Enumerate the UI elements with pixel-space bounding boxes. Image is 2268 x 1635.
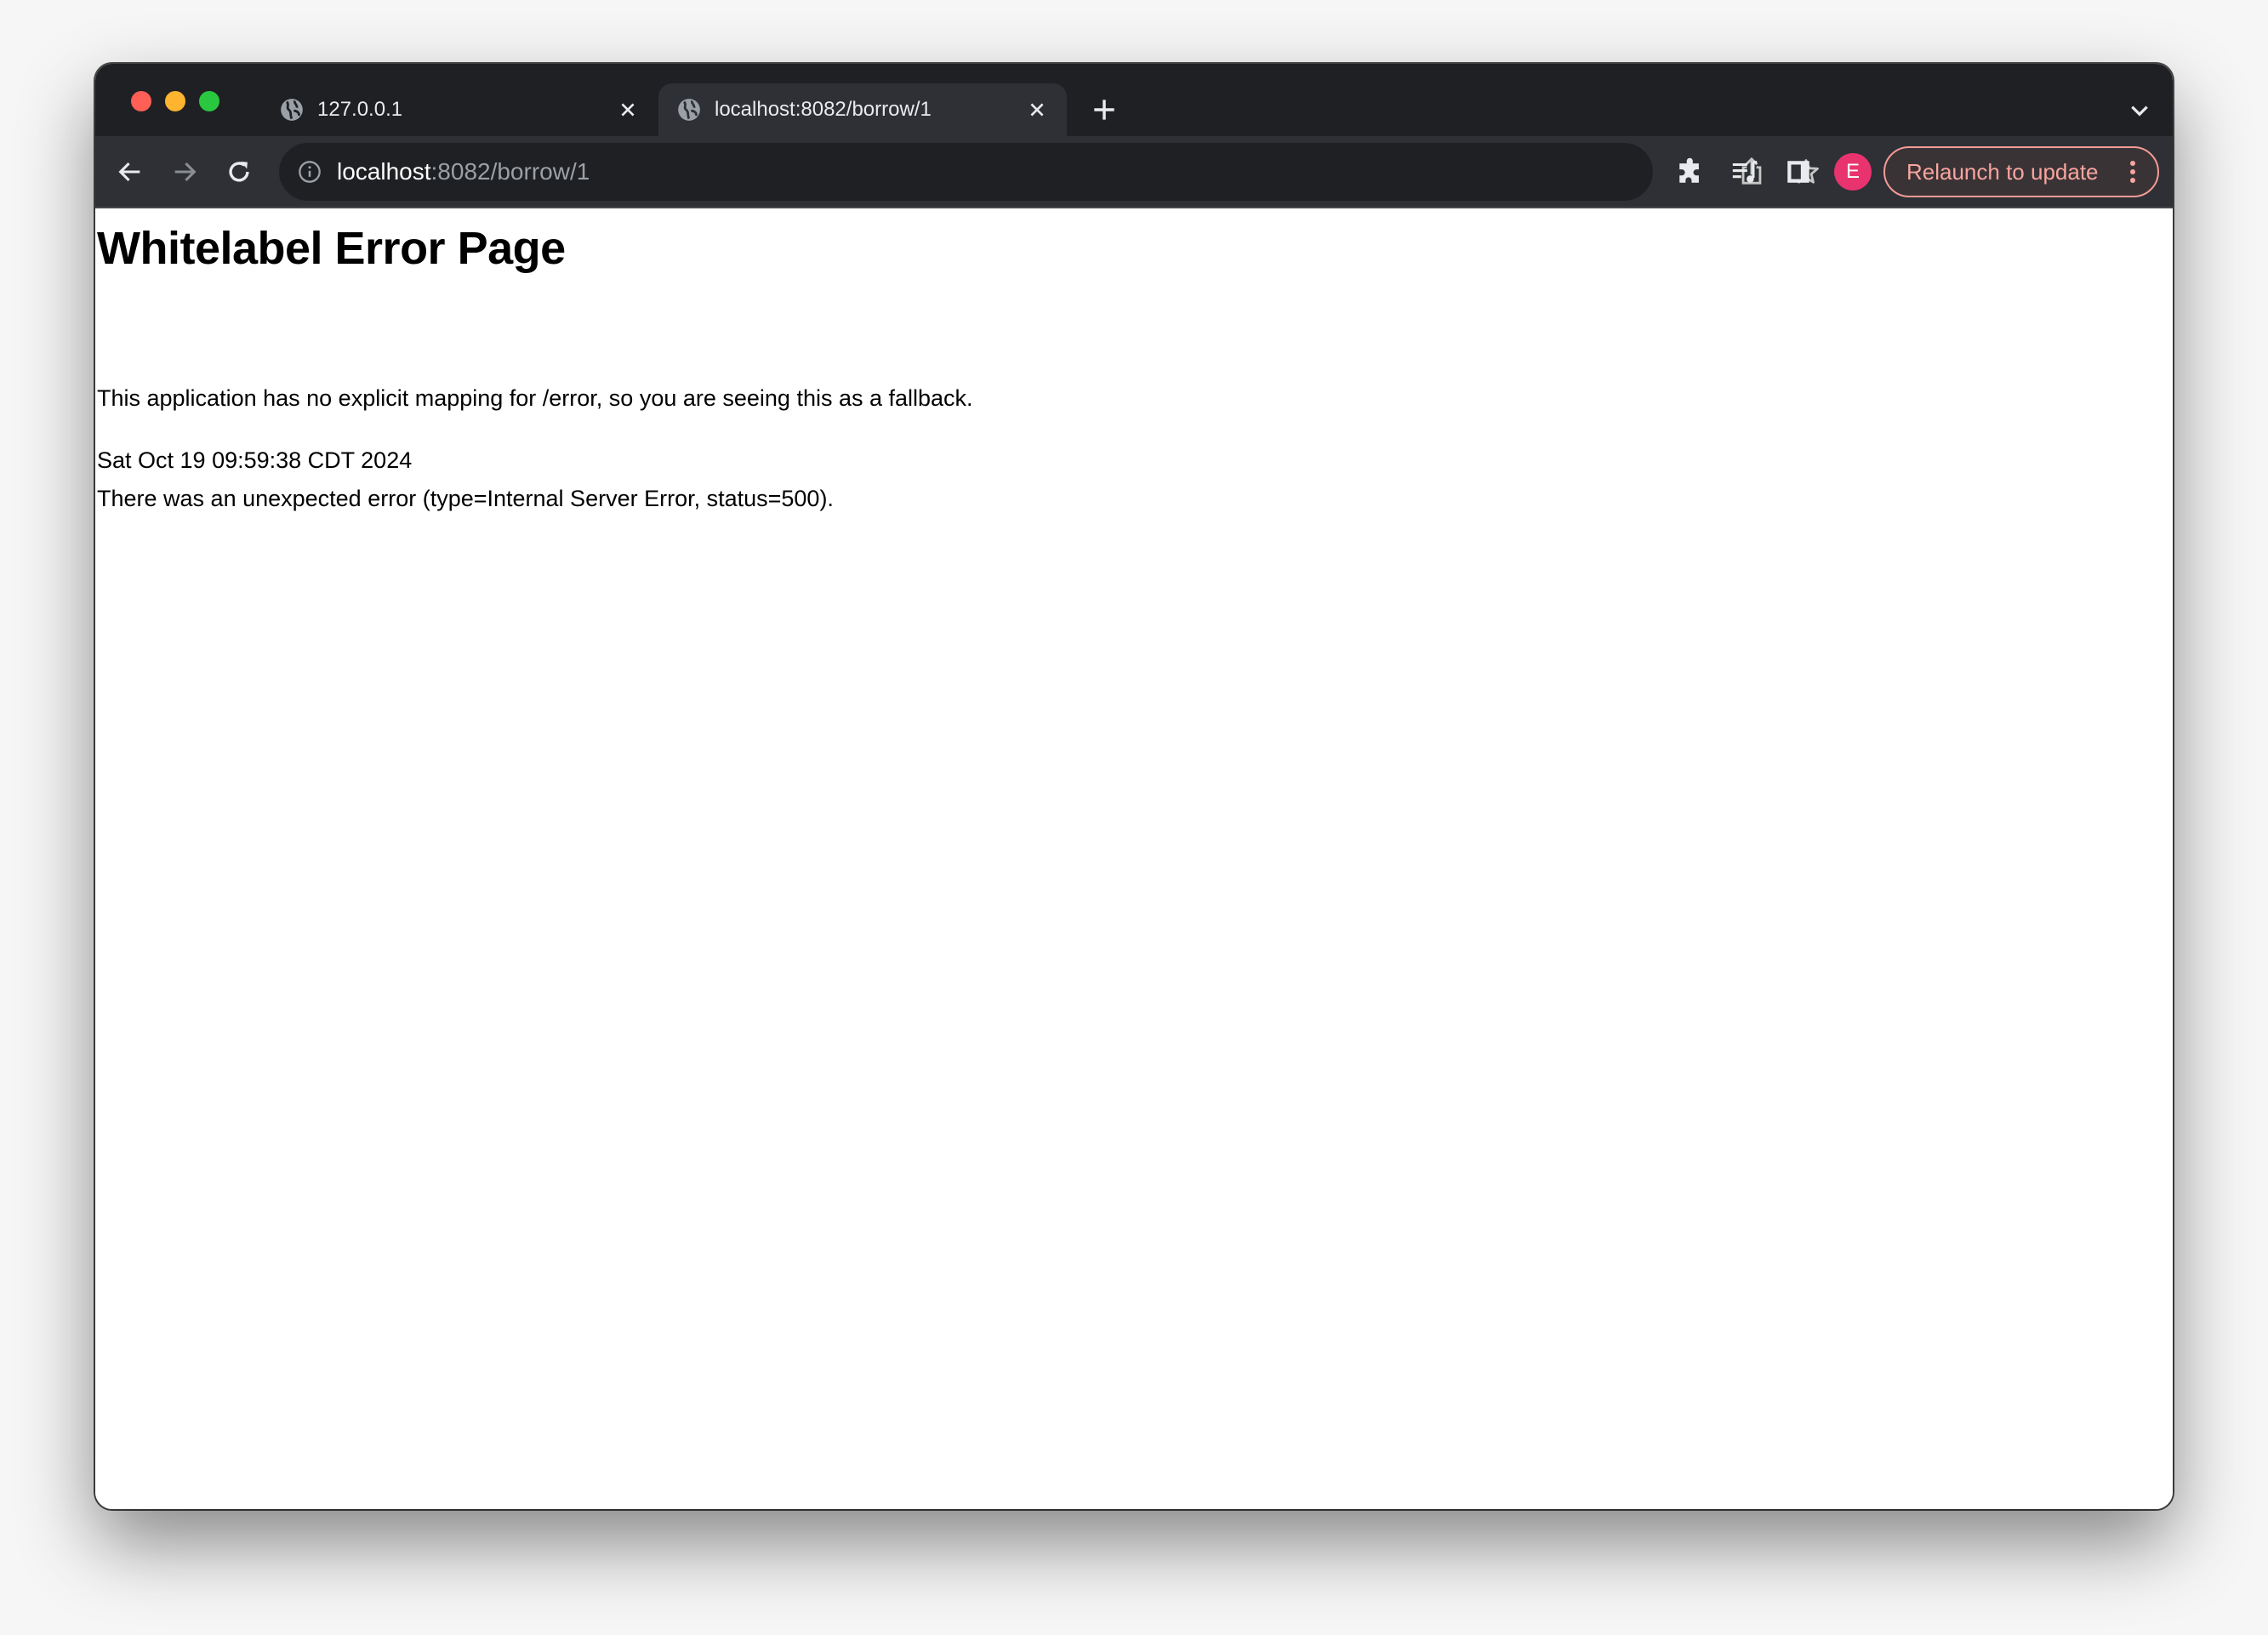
- error-timestamp: Sat Oct 19 09:59:38 CDT 2024: [97, 447, 413, 473]
- close-tab-icon[interactable]: [618, 100, 637, 119]
- profile-initial: E: [1845, 160, 1860, 183]
- tab-title: localhost:8082/borrow/1: [715, 98, 932, 121]
- error-detail: There was an unexpected error (type=Inte…: [97, 486, 834, 511]
- side-panel-icon[interactable]: [1784, 157, 1813, 186]
- page-title: Whitelabel Error Page: [97, 223, 566, 274]
- close-tab-icon[interactable]: [1028, 100, 1046, 119]
- window-minimize-button[interactable]: [165, 91, 185, 111]
- fallback-message: This application has no explicit mapping…: [97, 385, 973, 411]
- back-arrow-icon[interactable]: [116, 157, 145, 186]
- window-close-button[interactable]: [131, 91, 151, 111]
- browser-window: 127.0.0.1 localhost:8082/borrow/1 localh…: [95, 64, 2173, 1509]
- reload-icon[interactable]: [225, 157, 254, 186]
- page-content: Whitelabel Error Page This application h…: [95, 208, 2173, 1509]
- tab-127-0-0-1[interactable]: 127.0.0.1: [261, 83, 658, 136]
- tab-title: 127.0.0.1: [317, 98, 403, 121]
- address-bar[interactable]: localhost:8082/borrow/1: [279, 143, 1819, 201]
- new-tab-icon[interactable]: [1092, 98, 1116, 122]
- relaunch-label: Relaunch to update: [1906, 158, 2099, 185]
- media-control-icon[interactable]: [1730, 157, 1759, 186]
- profile-avatar[interactable]: E: [1834, 153, 1872, 191]
- tab-localhost-borrow[interactable]: localhost:8082/borrow/1: [658, 83, 1067, 136]
- globe-icon: [678, 99, 700, 121]
- forward-arrow-icon[interactable]: [170, 157, 199, 186]
- more-vert-icon[interactable]: [2128, 159, 2137, 185]
- tab-strip: 127.0.0.1 localhost:8082/borrow/1: [95, 64, 2173, 136]
- relaunch-to-update-button[interactable]: Relaunch to update: [1883, 146, 2159, 197]
- extensions-puzzle-icon[interactable]: [1676, 157, 1705, 186]
- url-text: localhost:8082/borrow/1: [337, 158, 590, 185]
- globe-icon: [281, 99, 303, 121]
- toolbar: localhost:8082/borrow/1 E Relaunch to up…: [95, 136, 2173, 208]
- url-host: localhost: [337, 158, 431, 185]
- chevron-down-icon[interactable]: [2128, 100, 2151, 122]
- window-maximize-button[interactable]: [199, 91, 219, 111]
- info-icon[interactable]: [298, 160, 322, 184]
- url-path: :8082/borrow/1: [430, 158, 590, 185]
